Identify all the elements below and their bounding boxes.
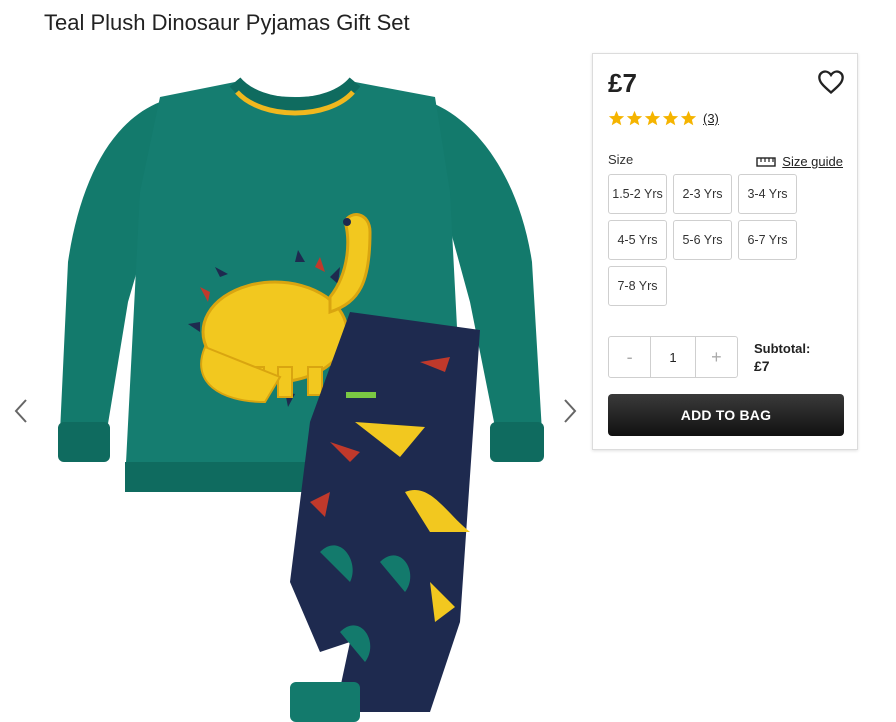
size-option[interactable]: 6-7 Yrs — [738, 220, 797, 260]
size-label: Size — [608, 152, 634, 167]
add-to-bag-button[interactable]: ADD TO BAG — [608, 394, 844, 436]
size-option[interactable]: 2-3 Yrs — [673, 174, 732, 214]
chevron-right-icon[interactable] — [559, 396, 581, 426]
subtotal: Subtotal: £7 — [754, 341, 810, 374]
purchase-panel: £7 (3) Size Size guide 1.5-2 Yrs 2-3 Yrs… — [592, 53, 858, 450]
size-guide-label: Size guide — [782, 154, 843, 169]
quantity-stepper: - 1 + — [608, 336, 738, 378]
star-rating — [608, 110, 697, 127]
product-title: Teal Plush Dinosaur Pyjamas Gift Set — [44, 10, 410, 35]
decrease-quantity-button[interactable]: - — [609, 337, 650, 377]
product-gallery — [0, 52, 590, 722]
size-option[interactable]: 3-4 Yrs — [738, 174, 797, 214]
star-icon — [644, 110, 661, 126]
star-icon — [626, 110, 643, 126]
size-guide-link[interactable]: Size guide — [756, 154, 843, 169]
size-option[interactable]: 7-8 Yrs — [608, 266, 667, 306]
size-option[interactable]: 4-5 Yrs — [608, 220, 667, 260]
heart-outline-icon[interactable] — [817, 68, 845, 96]
subtotal-label: Subtotal: — [754, 341, 811, 356]
size-option[interactable]: 5-6 Yrs — [673, 220, 732, 260]
quantity-value[interactable]: 1 — [650, 337, 696, 377]
star-icon — [662, 110, 679, 126]
review-count-link[interactable]: (3) — [703, 111, 719, 126]
ruler-icon — [756, 156, 776, 167]
product-image — [58, 77, 544, 722]
star-icon — [608, 110, 625, 126]
rating: (3) — [608, 110, 719, 127]
increase-quantity-button[interactable]: + — [696, 337, 737, 377]
star-icon — [680, 110, 697, 126]
price: £7 — [608, 68, 637, 98]
subtotal-value: £7 — [754, 358, 770, 374]
size-option[interactable]: 1.5-2 Yrs — [608, 174, 667, 214]
chevron-left-icon[interactable] — [10, 396, 32, 426]
